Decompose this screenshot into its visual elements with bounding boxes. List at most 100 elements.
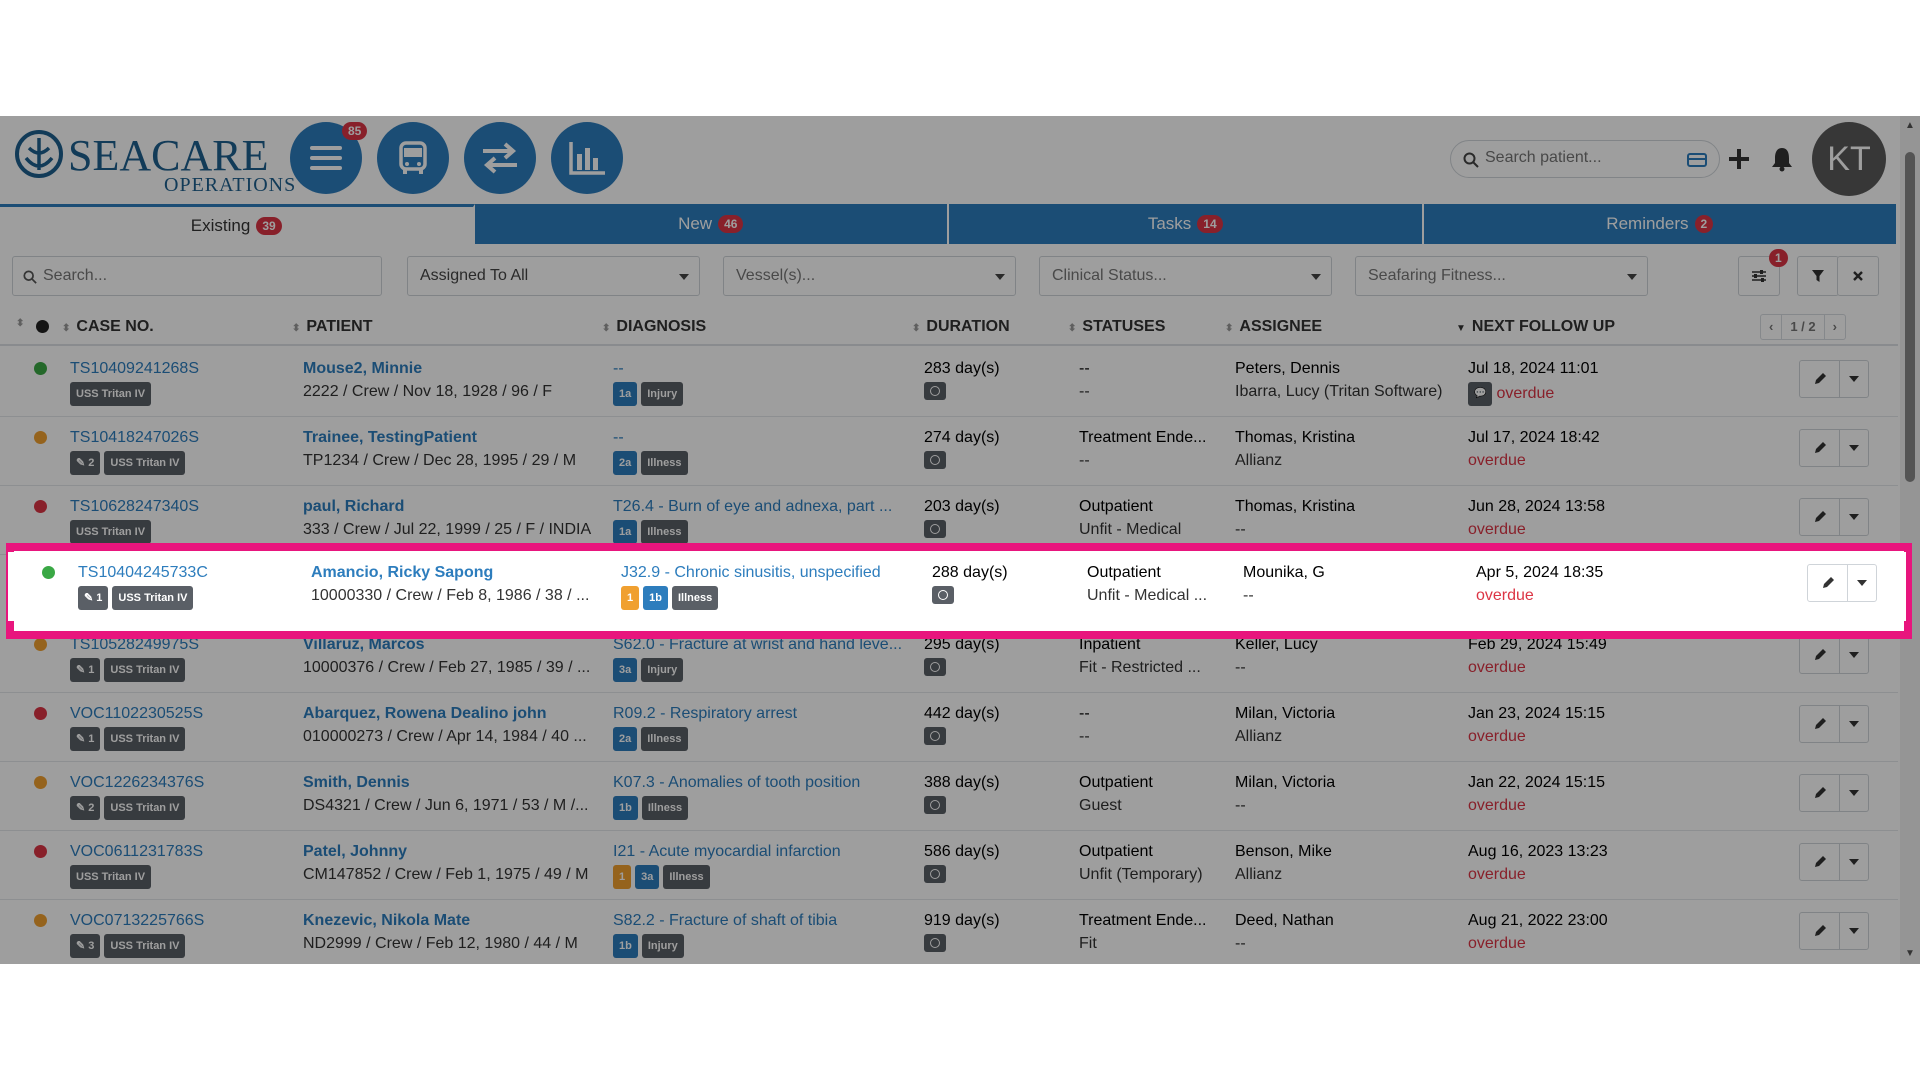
assigned-select[interactable]: Assigned To All xyxy=(407,256,700,296)
case-number-link[interactable]: VOC0611231783S xyxy=(70,842,290,862)
diagnosis-link[interactable]: T26.4 - Burn of eye and adnexa, part ... xyxy=(613,497,903,517)
case-number-link[interactable]: TS10404245733C xyxy=(78,563,298,583)
patient-name-link[interactable]: Patel, Johnny xyxy=(303,842,593,862)
filter-settings-button[interactable]: 1 xyxy=(1738,249,1788,296)
diagnosis-link[interactable]: I21 - Acute myocardial infarction xyxy=(613,842,903,862)
tab-tasks[interactable]: Tasks 14 xyxy=(949,204,1424,244)
case-number-link[interactable]: VOC1102230525S xyxy=(70,704,290,724)
col-diagnosis[interactable]: ⬍ DIAGNOSIS xyxy=(602,318,706,336)
col-statuses[interactable]: ⬍ STATUSES xyxy=(1068,318,1165,336)
edit-button[interactable] xyxy=(1800,706,1840,742)
patient-name-link[interactable]: Knezevic, Nikola Mate xyxy=(303,911,593,931)
transfer-button[interactable] xyxy=(464,122,536,194)
diagnosis-link[interactable]: S82.2 - Fracture of shaft of tibia xyxy=(613,911,903,931)
actions-dropdown-button[interactable] xyxy=(1840,706,1868,742)
col-case-no[interactable]: ⬍ CASE NO. xyxy=(62,318,154,336)
clock-icon xyxy=(924,934,946,952)
table-row[interactable]: TS10409241268S USS Tritan IV Mouse2, Minni… xyxy=(0,348,1898,417)
follow-up-cell: Aug 21, 2022 23:00 overdue xyxy=(1468,911,1728,954)
actions-dropdown-button[interactable] xyxy=(1840,775,1868,811)
actions-dropdown-button[interactable] xyxy=(1840,430,1868,466)
edit-button[interactable] xyxy=(1800,913,1840,949)
actions-dropdown-button[interactable] xyxy=(1840,637,1868,673)
table-row[interactable]: TS10404245733C ✎ 1 USS Tritan IV Amancio, R… xyxy=(8,552,1906,621)
follow-up-date: Jul 18, 2024 11:01 xyxy=(1468,360,1599,377)
case-search-input[interactable]: Search... xyxy=(12,256,382,296)
edit-button[interactable] xyxy=(1808,565,1848,601)
bell-icon[interactable] xyxy=(1770,146,1794,172)
diagnosis-link[interactable]: K07.3 - Anomalies of tooth position xyxy=(613,773,903,793)
vertical-scrollbar[interactable]: ▲ ▼ xyxy=(1900,116,1920,964)
actions-dropdown-button[interactable] xyxy=(1840,499,1868,535)
edit-button[interactable] xyxy=(1800,637,1840,673)
case-number-link[interactable]: VOC1226234376S xyxy=(70,773,290,793)
patient-name-link[interactable]: paul, Richard xyxy=(303,497,593,517)
table-header: ⬍ ⬍ CASE NO. ⬍ PATIENT ⬍ DIAGNOSIS ⬍ DURATIO… xyxy=(0,308,1898,346)
pencil-icon xyxy=(1814,442,1826,453)
table-row[interactable]: TS10418247026S ✎ 2 USS Tritan IV Trainee, T… xyxy=(0,417,1898,486)
menu-button[interactable]: 85 xyxy=(290,122,368,194)
user-avatar[interactable]: KT xyxy=(1812,122,1886,196)
tab-existing[interactable]: Existing 39 xyxy=(0,204,475,244)
transport-button[interactable] xyxy=(377,122,449,194)
edit-button[interactable] xyxy=(1800,775,1840,811)
table-row[interactable]: VOC1226234376S ✎ 2 USS Tritan IV Smith, Den… xyxy=(0,762,1898,831)
caret-down-icon xyxy=(1857,580,1867,586)
actions-dropdown-button[interactable] xyxy=(1840,361,1868,397)
table-row[interactable]: VOC0713225766S ✎ 3 USS Tritan IV Knezevic, … xyxy=(0,900,1898,964)
edit-button[interactable] xyxy=(1800,499,1840,535)
duration-value: 274 day(s) xyxy=(924,429,1000,446)
filter-button[interactable] xyxy=(1797,256,1839,296)
case-number-link[interactable]: TS10409241268S xyxy=(70,359,290,379)
diagnosis-link[interactable]: R09.2 - Respiratory arrest xyxy=(613,704,903,724)
edit-button[interactable] xyxy=(1800,361,1840,397)
highlighted-case-row[interactable]: TS10404245733C ✎ 1 USS Tritan IV Amancio, R… xyxy=(6,543,1912,639)
reports-button[interactable] xyxy=(551,122,623,194)
diagnosis-cell: -- 1a Injury xyxy=(613,359,903,406)
clear-filters-button[interactable] xyxy=(1837,256,1879,296)
patient-name-link[interactable]: Trainee, TestingPatient xyxy=(303,428,593,448)
tab-reminders[interactable]: Reminders 2 xyxy=(1423,204,1898,244)
col-assignee[interactable]: ⬍ ASSIGNEE xyxy=(1225,318,1322,336)
col-duration[interactable]: ⬍ DURATION xyxy=(912,318,1010,336)
scroll-down-icon[interactable]: ▼ xyxy=(1905,948,1915,959)
vessel-select[interactable]: Vessel(s)... xyxy=(723,256,1016,296)
scrollbar-thumb[interactable] xyxy=(1905,152,1915,482)
clinical-status: Outpatient xyxy=(1079,774,1153,791)
attachment-count: 2 xyxy=(88,802,95,814)
patient-search-input[interactable] xyxy=(1485,149,1675,167)
patient-name-link[interactable]: Amancio, Ricky Sapong xyxy=(311,563,601,583)
clinical-status-select[interactable]: Clinical Status... xyxy=(1039,256,1332,296)
status-dot-header[interactable] xyxy=(36,320,49,333)
case-number-link[interactable]: VOC0713225766S xyxy=(70,911,290,931)
edit-button[interactable] xyxy=(1800,430,1840,466)
case-number-link[interactable]: TS10628247340S xyxy=(70,497,290,517)
patient-cell: paul, Richard 333 / Crew / Jul 22, 1999 /… xyxy=(303,497,593,540)
actions-dropdown-button[interactable] xyxy=(1848,565,1876,601)
pager-next-button[interactable]: › xyxy=(1825,315,1845,339)
patient-name-link[interactable]: Abarquez, Rowena Dealino john xyxy=(303,704,593,724)
col-next-follow-up[interactable]: ▼ NEXT FOLLOW UP xyxy=(1456,318,1615,336)
patient-name-link[interactable]: Mouse2, Minnie xyxy=(303,359,593,379)
patient-name-link[interactable]: Smith, Dennis xyxy=(303,773,593,793)
case-number-link[interactable]: TS10418247026S xyxy=(70,428,290,448)
table-row[interactable]: VOC0611231783S USS Tritan IV Patel, Johnny… xyxy=(0,831,1898,900)
diagnosis-link[interactable]: J32.9 - Chronic sinusitis, unspecified xyxy=(621,563,911,583)
tab-new[interactable]: New 46 xyxy=(474,204,949,244)
seafaring-fitness-select[interactable]: Seafaring Fitness... xyxy=(1355,256,1648,296)
actions-dropdown-button[interactable] xyxy=(1840,913,1868,949)
col-patient[interactable]: ⬍ PATIENT xyxy=(292,318,372,336)
add-icon[interactable] xyxy=(1727,147,1751,171)
chat-icon[interactable]: 💬 xyxy=(1468,382,1493,406)
attachment-count-badge: ✎ 1 xyxy=(70,727,101,751)
actions-dropdown-button[interactable] xyxy=(1840,844,1868,880)
seacare-logo[interactable]: SEACARE OPERATIONS xyxy=(14,124,295,196)
fitness-status: Unfit - Medical xyxy=(1079,521,1182,538)
table-row[interactable]: VOC1102230525S ✎ 1 USS Tritan IV Abarquez, … xyxy=(0,693,1898,762)
scroll-up-icon[interactable]: ▲ xyxy=(1905,120,1915,131)
patient-info: 2222 / Crew / Nov 18, 1928 / 96 / F xyxy=(303,383,553,400)
sort-icon[interactable]: ⬍ xyxy=(16,318,24,329)
patient-search[interactable] xyxy=(1450,140,1720,178)
edit-button[interactable] xyxy=(1800,844,1840,880)
pager-prev-button[interactable]: ‹ xyxy=(1761,315,1783,339)
